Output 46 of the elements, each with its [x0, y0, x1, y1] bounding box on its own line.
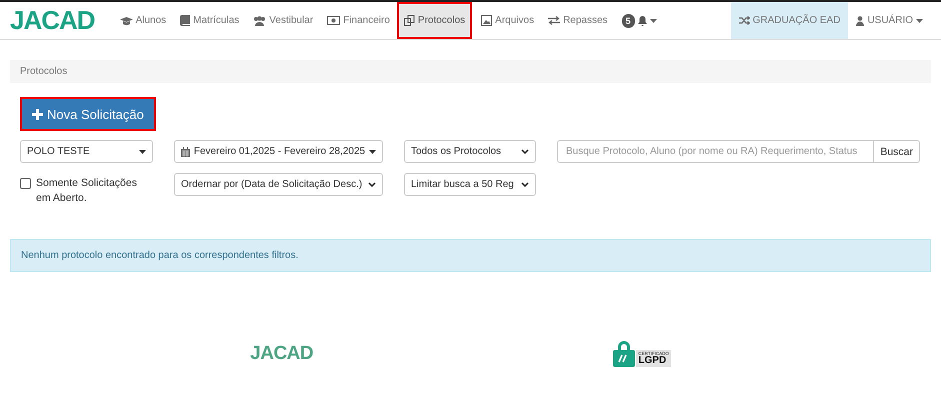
nav-link[interactable]: USUÁRIO	[848, 2, 931, 39]
calendar-icon	[180, 146, 190, 156]
exchange-arrows-icon	[548, 16, 560, 25]
nav-link[interactable]: Protocolos	[396, 2, 472, 39]
caret-icon	[650, 18, 657, 22]
caret-icon	[369, 150, 376, 154]
user-icon	[856, 16, 864, 26]
graduation-cap-icon	[120, 16, 133, 26]
banknote-icon	[327, 16, 340, 25]
chevron-down-icon	[521, 149, 529, 154]
caret-icon	[916, 18, 923, 22]
shuffle-icon	[738, 16, 750, 25]
search-field[interactable]: Busque Protocolo, Aluno (por nome ou RA) Requerimento, Status	[557, 140, 874, 163]
nav-link[interactable]: GRADUAÇÃO EAD	[730, 2, 848, 39]
notification-count: 5	[622, 14, 635, 28]
alert-message: Nenhum protocolo encontrado para os correspondentes filtros.	[21, 250, 298, 261]
plus-icon	[32, 108, 43, 120]
seal-title: LGPD	[638, 356, 668, 366]
bell-icon	[638, 16, 647, 26]
chevron-down-icon	[368, 182, 376, 187]
image-icon	[481, 15, 492, 26]
nav-link[interactable]: Financeiro	[320, 2, 397, 39]
nav-link[interactable]: Arquivos	[474, 2, 542, 39]
notification-menu[interactable]: 5	[614, 2, 664, 39]
book-icon	[180, 15, 190, 26]
order-select[interactable]: Ordernar por (Data de Solicitação Desc.)	[174, 173, 383, 196]
caret-icon	[139, 150, 146, 154]
limit-select[interactable]: Limitar busca a 50 Reg	[404, 173, 536, 196]
chevron-down-icon	[521, 182, 529, 187]
nav-link[interactable]: Repasses	[541, 2, 615, 39]
breadcrumb: Protocolos	[20, 66, 68, 77]
nav-link[interactable]: Vestibular	[246, 2, 320, 39]
nav-link[interactable]: Alunos	[112, 2, 174, 39]
logo[interactable]: JACAD	[0, 2, 113, 39]
search-button[interactable]: Buscar	[874, 140, 920, 163]
copy-icon	[404, 15, 415, 26]
checkbox-label: Somente Solicitações em Aberto.	[36, 176, 138, 206]
protocol-type-select[interactable]: Todos os Protocolos	[404, 140, 536, 163]
padlock-icon	[613, 340, 636, 367]
checkbox[interactable]	[20, 178, 31, 189]
users-icon	[253, 16, 266, 26]
polo-dropdown[interactable]: POLO TESTE	[20, 140, 153, 163]
footer-logo: JACAD	[250, 342, 314, 364]
date-range-dropdown[interactable]: Fevereiro 01,2025 - Fevereiro 28,2025	[174, 140, 383, 163]
nav-link[interactable]: Matrículas	[173, 2, 246, 39]
new-request-button[interactable]: Nova Solicitação	[20, 97, 156, 131]
